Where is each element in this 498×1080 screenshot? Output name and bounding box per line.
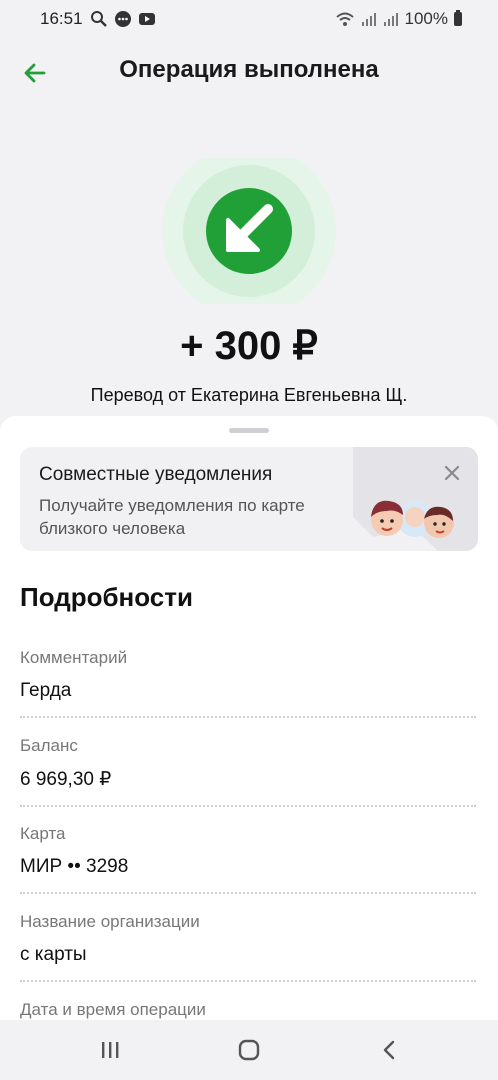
detail-value: 6 969,30 ₽: [20, 769, 112, 790]
back-icon[interactable]: [375, 1038, 403, 1062]
detail-label: Карта: [20, 824, 66, 843]
divider: [20, 980, 476, 982]
detail-row-organization: Название организации с карты: [20, 912, 476, 982]
system-nav-bar: [0, 1020, 498, 1080]
banner-title: Совместные уведомления: [39, 464, 273, 485]
wifi-icon: [335, 12, 354, 26]
signal-icon: [361, 13, 376, 26]
detail-row-balance: Баланс 6 969,30 ₽: [20, 736, 476, 807]
detail-value: Герда: [20, 680, 72, 701]
signal-icon: [383, 13, 398, 26]
page-title: Операция выполнена: [119, 56, 379, 83]
divider: [20, 892, 476, 894]
home-icon[interactable]: [235, 1038, 263, 1062]
chat-icon: [115, 11, 131, 27]
divider: [20, 716, 476, 718]
detail-row-datetime: Дата и время операции: [20, 1000, 476, 1020]
status-bar: 16:51 100%: [0, 0, 498, 40]
video-icon: [139, 13, 155, 25]
search-icon: [91, 11, 107, 27]
detail-label: Баланс: [20, 736, 78, 755]
detail-row-comment: Комментарий Герда: [20, 648, 476, 718]
operation-description: Перевод от Екатерина Евгеньевна Щ.: [90, 385, 408, 405]
joint-notifications-banner[interactable]: Совместные уведомления Получайте уведомл…: [20, 447, 478, 551]
detail-row-card: Карта МИР •• 3298: [20, 824, 476, 894]
operation-amount: + 300 ₽: [180, 324, 318, 368]
detail-label: Комментарий: [20, 648, 128, 667]
close-icon[interactable]: [440, 461, 464, 485]
details-sheet: Совместные уведомления Получайте уведомл…: [0, 416, 498, 1026]
status-app-icons: [90, 10, 156, 28]
detail-label: Дата и время операции: [20, 1000, 206, 1019]
status-time: 16:51: [40, 9, 83, 28]
incoming-transfer-icon: [162, 158, 336, 304]
battery-icon: [454, 10, 462, 26]
detail-value: МИР •• 3298: [20, 856, 129, 877]
banner-text: Получайте уведомления по карте близкого …: [39, 496, 305, 538]
detail-label: Название организации: [20, 912, 200, 931]
recent-apps-icon[interactable]: [96, 1038, 124, 1062]
detail-value: с карты: [20, 944, 87, 965]
sheet-handle[interactable]: [229, 428, 269, 433]
battery-percent: 100%: [404, 9, 448, 28]
status-right: 100%: [335, 9, 462, 29]
divider: [20, 805, 476, 807]
details-heading: Подробности: [20, 582, 193, 612]
app-header: Операция выполнена: [0, 50, 498, 94]
